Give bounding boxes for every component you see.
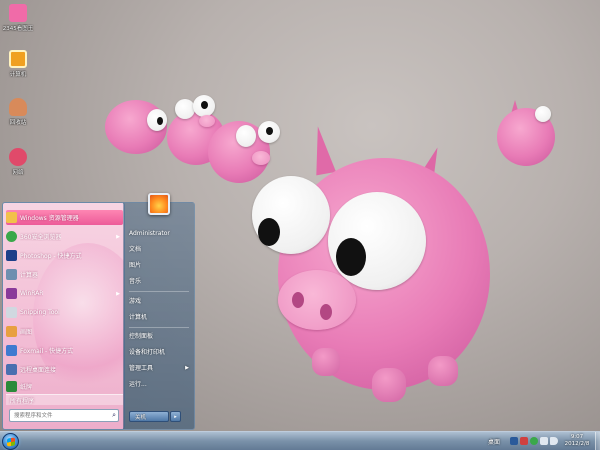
search-icon[interactable]: ⌕ <box>112 411 116 420</box>
mail-icon <box>6 345 17 356</box>
right-item-run[interactable]: 运行... <box>129 377 191 390</box>
folder-icon <box>6 212 17 223</box>
browser-icon <box>6 231 17 242</box>
taskbar: 桌面 9:07 2012/2/8 <box>0 431 600 450</box>
right-item-games[interactable]: 游戏 <box>129 294 191 307</box>
show-desktop-button[interactable] <box>595 432 600 450</box>
pig-eye <box>535 106 551 122</box>
remote-desktop-icon <box>6 364 17 375</box>
submenu-arrow-icon: ▶ <box>116 290 120 297</box>
calculator-icon <box>6 269 17 280</box>
program-360-browser[interactable]: 360安全浏览器 ▶ <box>6 229 123 244</box>
ime-icon[interactable] <box>510 437 518 445</box>
desktop-icon-network[interactable]: 网络 <box>0 148 36 176</box>
windows-logo-icon <box>7 437 15 447</box>
start-menu: Windows 资源管理器 360安全浏览器 ▶ Photoshop - 快捷方… <box>2 193 195 430</box>
action-center-icon[interactable] <box>520 437 528 445</box>
chevron-right-icon: ▸ <box>174 413 177 420</box>
start-search-box[interactable]: ⌕ <box>9 409 119 422</box>
start-button[interactable] <box>2 433 19 450</box>
recycle-bin-icon <box>9 98 27 116</box>
pig-eye <box>236 125 256 147</box>
pig-pupil <box>258 218 280 246</box>
pig-small <box>495 100 565 172</box>
start-menu-right-pane: Administrator 文档 图片 音乐 游戏 计算机 控制面板 设备和打印… <box>123 193 195 430</box>
shutdown-options-button[interactable]: ▸ <box>170 411 181 422</box>
pig-ear-left <box>307 124 337 176</box>
pig-nostril <box>292 292 304 308</box>
paint-icon <box>6 326 17 337</box>
program-solitaire[interactable]: 纸牌 <box>6 379 123 394</box>
program-windows-explorer[interactable]: Windows 资源管理器 <box>6 210 123 225</box>
scissors-icon <box>6 307 17 318</box>
program-winrar[interactable]: WinRAR ▶ <box>6 286 123 301</box>
right-item-devices-printers[interactable]: 设备和打印机 <box>129 345 191 358</box>
right-item-admin-tools-label: 管理工具 <box>129 365 154 372</box>
pig-leg <box>312 348 340 376</box>
program-remote-desktop[interactable]: 远程桌面连接 <box>6 362 123 377</box>
right-item-documents[interactable]: 文档 <box>129 242 191 255</box>
desktop-toolbar-label[interactable]: 桌面 <box>488 437 500 446</box>
cards-icon <box>6 381 17 392</box>
user-name-link[interactable]: Administrator <box>129 227 191 240</box>
pig-pupil <box>157 117 163 125</box>
clock[interactable]: 9:07 2012/2/8 <box>560 434 594 448</box>
program-foxmail[interactable]: Foxmail - 快捷方式 <box>6 343 123 358</box>
right-item-control-panel[interactable]: 控制面板 <box>129 329 191 342</box>
pig-pupil <box>336 238 366 276</box>
pig-snout <box>252 151 270 165</box>
all-programs-button[interactable]: 所有程序 <box>6 394 123 405</box>
pig-snout <box>278 270 356 330</box>
shutdown-button[interactable]: 关机 <box>129 411 169 422</box>
right-item-computer[interactable]: 计算机 <box>129 310 191 323</box>
start-menu-programs-pane: Windows 资源管理器 360安全浏览器 ▶ Photoshop - 快捷方… <box>2 202 125 430</box>
desktop-icon-recycle-bin[interactable]: 回收站 <box>0 98 36 126</box>
program-paint[interactable]: 画图 <box>6 324 123 339</box>
right-item-admin-tools[interactable]: 管理工具 ▶ <box>129 361 191 374</box>
start-search-input[interactable] <box>14 410 106 421</box>
right-item-pictures[interactable]: 图片 <box>129 258 191 271</box>
separator <box>129 327 189 328</box>
shutdown-label: 关机 <box>135 414 147 421</box>
winrar-icon <box>6 288 17 299</box>
pig-large <box>250 120 500 420</box>
network-icon[interactable] <box>540 437 548 445</box>
clock-time: 9:07 <box>570 434 584 440</box>
network-icon <box>9 148 27 166</box>
volume-icon[interactable] <box>550 437 558 445</box>
clock-date: 2012/2/8 <box>564 441 590 447</box>
program-photoshop[interactable]: Photoshop - 快捷方式 <box>6 248 123 263</box>
desktop-icon-2345-viewer[interactable]: 2345看图王 <box>0 4 36 32</box>
pig-eye <box>175 99 195 119</box>
pig-pupil <box>201 101 208 109</box>
submenu-arrow-icon: ▶ <box>185 364 189 371</box>
right-item-music[interactable]: 音乐 <box>129 274 191 287</box>
pig-nostril <box>320 304 332 320</box>
pig-small <box>206 115 286 187</box>
program-calculator[interactable]: 计算器 <box>6 267 123 282</box>
desktop-icon-computer[interactable]: 计算机 <box>0 50 36 78</box>
pig-leg <box>372 368 406 402</box>
pig-leg <box>428 356 458 386</box>
user-picture[interactable] <box>148 193 170 215</box>
antivirus-icon[interactable] <box>530 437 538 445</box>
photoshop-icon <box>6 250 17 261</box>
separator <box>129 291 189 292</box>
computer-icon <box>9 50 27 68</box>
program-snipping-tool[interactable]: Snipping Tool <box>6 305 123 320</box>
submenu-arrow-icon: ▶ <box>116 233 120 240</box>
pig-pupil <box>266 127 273 135</box>
image-viewer-icon <box>9 4 27 22</box>
